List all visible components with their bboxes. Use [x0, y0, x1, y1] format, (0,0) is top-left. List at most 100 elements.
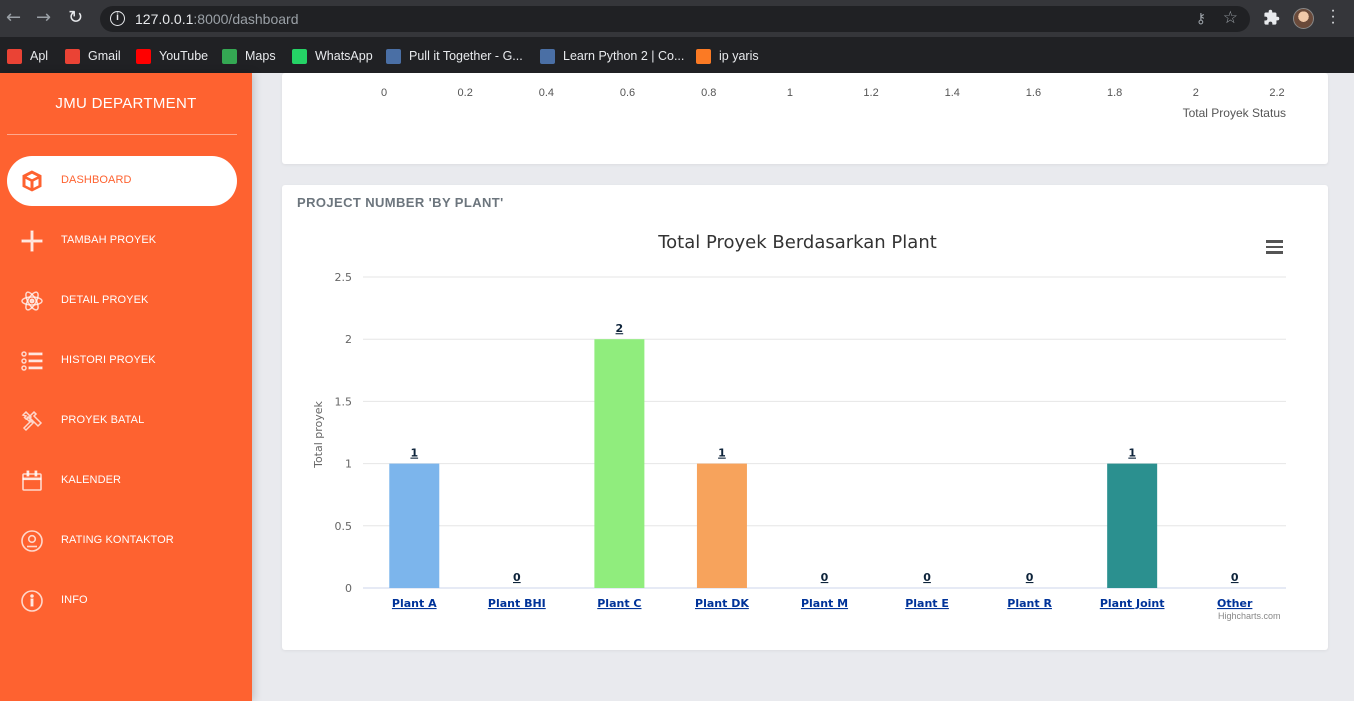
status-chart-xtick: 1.2	[863, 87, 879, 99]
category-label[interactable]: Plant C	[597, 597, 641, 610]
browser-menu-icon[interactable]: · · ·	[1330, 3, 1336, 31]
status-chart-xtick: 1.8	[1106, 87, 1123, 99]
sidebar-item-label: DASHBOARD	[61, 174, 132, 186]
status-chart-xtick: 0.8	[701, 87, 717, 99]
reload-icon[interactable]: ↻	[68, 9, 83, 27]
bar[interactable]	[696, 463, 747, 588]
url-host: 127.0.0.1	[135, 11, 194, 27]
bar[interactable]	[594, 339, 645, 588]
bookmark-label: Apl	[30, 49, 49, 63]
category-label[interactable]: Plant A	[392, 597, 437, 610]
sidebar-item-label: KALENDER	[61, 474, 122, 486]
sidebar-item-histori-proyek[interactable]: HISTORI PROYEK	[7, 336, 237, 386]
brand-divider	[7, 134, 237, 135]
category-label[interactable]: Plant BHI	[488, 597, 546, 610]
forward-arrow-icon[interactable]: →	[36, 9, 51, 27]
bookmark-item[interactable]: Pull it Together - G...	[386, 47, 523, 65]
status-chart-xtick: 0.2	[457, 87, 473, 99]
xampp-icon	[696, 48, 711, 64]
calendar-icon	[22, 470, 42, 491]
status-chart-xtick: 1.4	[944, 87, 960, 99]
chart-title: Total Proyek Berdasarkan Plant	[657, 232, 937, 253]
status-chart-xtick: 1	[786, 87, 793, 99]
bookmark-item[interactable]: Maps	[222, 47, 276, 65]
category-label[interactable]: Plant R	[1007, 597, 1052, 610]
data-label: 0	[1231, 571, 1239, 584]
y-tick-label: 0.5	[335, 520, 353, 533]
bookmark-item[interactable]: YouTube	[136, 47, 208, 65]
chart-credits[interactable]: Highcharts.com	[1218, 611, 1281, 621]
sidebar: JMU DEPARTMENT DASHBOARD TAMBAH PROYEK DET…	[0, 73, 252, 701]
data-label: 0	[1026, 571, 1034, 584]
sidebar-item-proyek-batal[interactable]: PROYEK BATAL	[7, 396, 237, 446]
bar[interactable]	[1107, 463, 1158, 588]
plant-chart: Total Proyek Berdasarkan Plant Total proy…	[312, 232, 1286, 610]
atom-icon	[21, 291, 43, 311]
youtube-icon	[136, 48, 151, 64]
bookmark-label: Learn Python 2 | Co...	[563, 49, 685, 63]
page-icon	[386, 48, 401, 64]
maps-pin-icon	[222, 48, 237, 64]
data-label: 1	[410, 447, 418, 460]
sidebar-item-rating-kontaktor[interactable]: RATING KONTAKTOR	[7, 516, 237, 566]
address-bar[interactable]: i 127.0.0.1:8000/dashboard ⚷ ☆	[100, 6, 1250, 32]
bookmarks-bar: Apl Gmail YouTube Maps WhatsApp Pull it Toget…	[0, 37, 1354, 73]
y-tick-label: 2.5	[335, 271, 353, 284]
list-icon	[21, 351, 43, 371]
bookmark-label: Pull it Together - G...	[409, 49, 523, 63]
url-text: 127.0.0.1:8000/dashboard	[135, 11, 298, 27]
bookmark-label: WhatsApp	[315, 49, 373, 63]
status-chart-xaxis-title: Total Proyek Status	[1182, 106, 1286, 120]
bookmark-item[interactable]: Learn Python 2 | Co...	[540, 47, 684, 65]
bookmark-item[interactable]: WhatsApp	[292, 47, 373, 65]
bookmark-label: ip yaris	[719, 49, 759, 63]
bar[interactable]	[389, 463, 440, 588]
category-label[interactable]: Plant Joint	[1100, 597, 1165, 610]
bookmark-star-icon[interactable]: ☆	[1223, 8, 1238, 28]
info-icon	[21, 590, 43, 612]
data-label: 1	[718, 447, 726, 460]
page-icon	[540, 48, 555, 64]
sidebar-item-detail-proyek[interactable]: DETAIL PROYEK	[7, 276, 237, 326]
sidebar-item-label: RATING KONTAKTOR	[61, 534, 174, 546]
status-chart-xtick: 0.4	[538, 87, 555, 99]
category-label[interactable]: Plant DK	[695, 597, 749, 610]
bookmark-label: YouTube	[159, 49, 209, 63]
sidebar-item-tambah-proyek[interactable]: TAMBAH PROYEK	[7, 216, 237, 266]
plant-chart-card: PROJECT NUMBER 'BY PLANT' Total Proyek B…	[282, 185, 1328, 650]
site-info-icon[interactable]: i	[110, 11, 125, 26]
category-label[interactable]: Plant E	[905, 597, 949, 610]
bookmark-item[interactable]: Gmail	[65, 47, 121, 65]
browser-toolbar: ← → ↻ i 127.0.0.1:8000/dashboard ⚷ ☆ · · ·	[0, 0, 1354, 37]
status-chart-card: Total Proyek Status 0 0.2 0.4 0.6 0.8 1 1.2 1.4…	[282, 73, 1328, 164]
bookmark-label: Gmail	[88, 49, 121, 63]
y-tick-label: 0	[345, 582, 352, 595]
y-axis-title: Total proyek	[312, 400, 325, 468]
gmail-icon	[65, 48, 80, 64]
sidebar-item-kalender[interactable]: KALENDER	[7, 456, 237, 506]
profile-avatar[interactable]	[1293, 8, 1314, 29]
sidebar-item-dashboard[interactable]: DASHBOARD	[7, 156, 237, 206]
status-chart-xtick: 2	[1192, 87, 1199, 99]
category-label[interactable]: Plant M	[801, 597, 848, 610]
status-chart-xtick: 2.2	[1269, 87, 1285, 99]
bookmark-item[interactable]: ip yaris	[696, 47, 759, 65]
brand-title[interactable]: JMU DEPARTMENT	[0, 95, 252, 112]
back-arrow-icon[interactable]: ←	[6, 9, 21, 27]
sidebar-item-label: TAMBAH PROYEK	[61, 234, 157, 246]
password-key-icon[interactable]: ⚷	[1196, 10, 1206, 27]
sidebar-item-label: INFO	[61, 594, 88, 606]
extensions-puzzle-icon[interactable]	[1263, 9, 1280, 26]
y-tick-label: 1.5	[335, 395, 353, 408]
plus-icon	[21, 230, 43, 252]
bookmark-item[interactable]: Apl	[7, 47, 48, 65]
status-chart-xtick: 1.6	[1025, 87, 1042, 99]
status-chart-xtick: 0	[380, 87, 388, 99]
sidebar-item-label: PROYEK BATAL	[61, 414, 145, 426]
apps-grid-icon	[7, 48, 22, 64]
data-label: 0	[513, 571, 521, 584]
box-icon	[22, 170, 42, 192]
sidebar-item-info[interactable]: INFO	[7, 576, 237, 626]
category-label[interactable]: Other	[1217, 597, 1253, 610]
data-label: 2	[616, 322, 624, 335]
